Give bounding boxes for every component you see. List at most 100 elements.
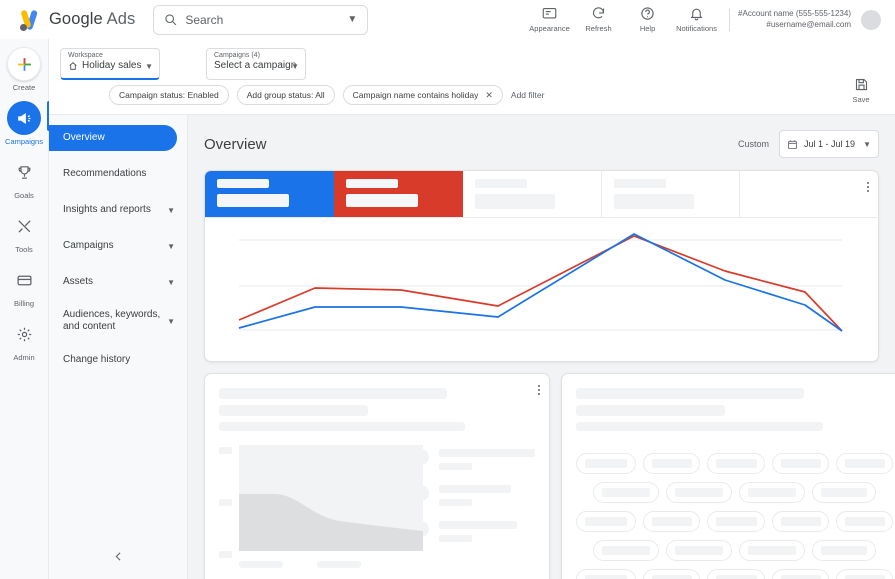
- close-icon[interactable]: ✕: [485, 90, 493, 101]
- chevron-down-icon[interactable]: ▼: [863, 140, 871, 149]
- date-range-picker[interactable]: Jul 1 - Jul 19 ▼: [779, 130, 879, 158]
- skeleton-chip[interactable]: [707, 569, 765, 579]
- workspace-value: Holiday sales: [82, 60, 142, 71]
- sidebar-item-recommendations[interactable]: Recommendations: [49, 161, 187, 187]
- series-red-line: [238, 235, 843, 332]
- scorecard-2-selected[interactable]: [334, 171, 463, 217]
- chevron-down-icon[interactable]: ▼: [347, 14, 357, 25]
- line-chart-svg: [238, 233, 843, 332]
- rail-item-billing[interactable]: Billing: [0, 263, 49, 308]
- rail-item-admin[interactable]: Admin: [0, 317, 49, 362]
- rail-label-billing: Billing: [13, 299, 34, 308]
- save-button[interactable]: Save: [839, 77, 883, 104]
- skeleton-chip[interactable]: [812, 540, 876, 561]
- skeleton-chip[interactable]: [772, 453, 829, 474]
- filter-chips: Campaign status: Enabled Add group statu…: [109, 85, 544, 105]
- filter-chip-adgroup-status[interactable]: Add group status: All: [236, 85, 335, 105]
- save-icon: [855, 78, 867, 91]
- notifications-label: Notifications: [676, 24, 717, 33]
- sidebar-item-overview[interactable]: Overview: [49, 125, 177, 151]
- skeleton-chip[interactable]: [666, 482, 732, 503]
- chart-card-menu-button[interactable]: [866, 182, 869, 193]
- skeleton-chip[interactable]: [836, 453, 893, 474]
- save-label: Save: [852, 95, 870, 104]
- sidebar-item-campaigns[interactable]: Campaigns ▼: [49, 233, 187, 259]
- filter-chip-campaign-name[interactable]: Campaign name contains holiday ✕: [342, 85, 503, 105]
- area-card-menu-button[interactable]: [537, 385, 540, 396]
- scorecard-1-selected[interactable]: [205, 171, 334, 217]
- keyword-chips-skeleton-card: [561, 373, 895, 579]
- skeleton-chip[interactable]: [643, 511, 700, 532]
- search-placeholder: Search: [185, 12, 224, 27]
- legend-item: [413, 485, 535, 506]
- google-ads-logo[interactable]: Google Ads: [16, 7, 135, 33]
- skeleton-chart-area: [219, 445, 535, 568]
- skeleton-chip[interactable]: [739, 482, 805, 503]
- scorecard-value-placeholder: [217, 194, 289, 207]
- sidebar-item-change-history[interactable]: Change history: [49, 347, 187, 373]
- legend-label-placeholder: [439, 449, 535, 457]
- campaign-selector[interactable]: Campaigns (4) Select a campaign ▼: [206, 48, 306, 80]
- brand-name: Google: [49, 10, 103, 28]
- rail-label-admin: Admin: [13, 353, 35, 362]
- campaigns-value: Select a campaign: [214, 60, 297, 71]
- rail-item-campaigns[interactable]: Campaigns: [0, 101, 50, 146]
- skeleton-chip[interactable]: [643, 453, 700, 474]
- skeleton-chip[interactable]: [643, 569, 700, 579]
- sidebar-item-audiences-keywords-content[interactable]: Audiences, keywords, and content ▼: [49, 305, 187, 337]
- notifications-button[interactable]: Notifications: [673, 6, 720, 33]
- scorecard-metric-placeholder: [475, 179, 527, 188]
- account-info[interactable]: #Account name (555-555-1234) #username@e…: [738, 9, 851, 31]
- scorecard-3[interactable]: [463, 171, 602, 217]
- skeleton-subtitle-line: [219, 405, 368, 416]
- search-icon: [165, 14, 177, 26]
- skeleton-chip[interactable]: [812, 482, 876, 503]
- add-filter-button[interactable]: Add filter: [511, 90, 545, 100]
- skeleton-chip[interactable]: [707, 453, 765, 474]
- chevron-down-icon[interactable]: ▼: [167, 242, 175, 251]
- chevron-down-icon[interactable]: ▼: [167, 317, 175, 326]
- skeleton-chip[interactable]: [576, 569, 636, 579]
- scorecard-metric-placeholder: [346, 179, 398, 188]
- skeleton-chip[interactable]: [593, 540, 659, 561]
- header-actions: Appearance Refresh Help Notifications #A…: [525, 0, 895, 39]
- workspace-selector[interactable]: Workspace Holiday sales ▼: [60, 48, 160, 80]
- page-header: Overview Custom Jul 1 - Jul 19 ▼: [204, 129, 879, 159]
- skeleton-chip[interactable]: [772, 511, 829, 532]
- skeleton-chip[interactable]: [739, 540, 805, 561]
- skeleton-title-line: [576, 388, 805, 399]
- appearance-button[interactable]: Appearance: [526, 6, 573, 33]
- sidebar-collapse-button[interactable]: [49, 550, 188, 563]
- sidebar-item-assets[interactable]: Assets ▼: [49, 269, 187, 295]
- rail-item-goals[interactable]: Goals: [0, 155, 49, 200]
- skeleton-chip[interactable]: [836, 569, 893, 579]
- skeleton-chip[interactable]: [576, 511, 636, 532]
- sidebar-item-label: Assets: [63, 275, 94, 287]
- account-name: #Account name (555-555-1234): [738, 8, 851, 18]
- rail-item-create[interactable]: Create: [0, 47, 49, 92]
- tools-icon: [7, 209, 41, 243]
- chevron-down-icon[interactable]: ▼: [291, 62, 299, 71]
- search-input[interactable]: Search ▼: [153, 4, 369, 35]
- refresh-button[interactable]: Refresh: [575, 6, 622, 33]
- line-chart: [205, 218, 878, 361]
- skeleton-chip[interactable]: [772, 569, 829, 579]
- ads-logo-icon: [16, 7, 42, 33]
- skeleton-chip[interactable]: [836, 511, 893, 532]
- skeleton-chip[interactable]: [593, 482, 659, 503]
- skeleton-chip[interactable]: [576, 453, 636, 474]
- sidebar-item-insights-and-reports[interactable]: Insights and reports ▼: [49, 197, 187, 223]
- chevron-down-icon[interactable]: ▼: [145, 62, 153, 71]
- legend-label-placeholder: [439, 485, 511, 493]
- avatar[interactable]: [861, 9, 881, 30]
- rail-item-tools[interactable]: Tools: [0, 209, 49, 254]
- chevron-down-icon[interactable]: ▼: [167, 278, 175, 287]
- account-email: #username@email.com: [766, 19, 851, 29]
- scorecard-4[interactable]: [602, 171, 741, 217]
- help-button[interactable]: Help: [624, 6, 671, 33]
- filter-chip-campaign-status[interactable]: Campaign status: Enabled: [109, 85, 229, 105]
- skeleton-chip[interactable]: [666, 540, 732, 561]
- filter-chip-label: Add group status: All: [246, 90, 325, 100]
- skeleton-chip[interactable]: [707, 511, 765, 532]
- chevron-down-icon[interactable]: ▼: [167, 206, 175, 215]
